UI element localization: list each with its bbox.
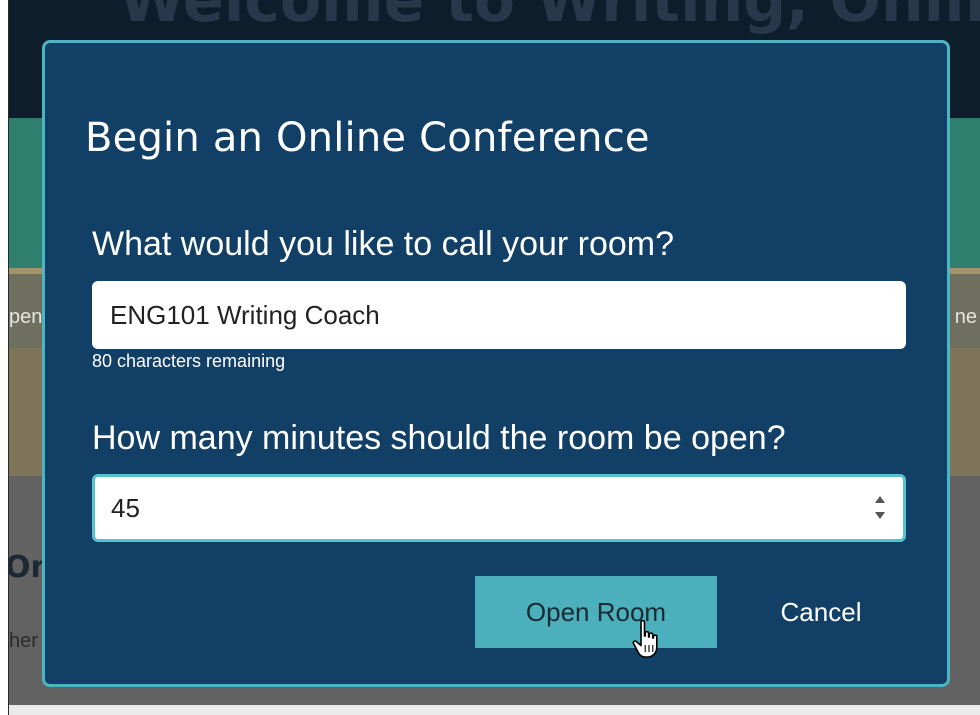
cancel-button[interactable]: Cancel	[761, 576, 881, 648]
spinner-up-icon[interactable]	[871, 492, 889, 506]
online-conference-dialog: Begin an Online Conference What would yo…	[42, 40, 950, 687]
room-name-label: What would you like to call your room?	[92, 225, 675, 263]
room-name-input[interactable]	[92, 281, 906, 349]
minutes-label: How many minutes should the room be open…	[92, 419, 786, 457]
background-bottom-strip	[9, 705, 980, 715]
spinner-down-icon[interactable]	[871, 508, 889, 522]
background-section-text: her	[9, 630, 38, 652]
minutes-spinner[interactable]	[871, 492, 889, 522]
background-header-title: Welcome to Writing, Online	[119, 0, 980, 36]
background-tab-right: ne	[954, 306, 977, 328]
open-room-button[interactable]: Open Room	[475, 576, 717, 648]
background-tab-left: pen	[9, 306, 43, 328]
characters-remaining: 80 characters remaining	[92, 351, 286, 371]
minutes-input[interactable]	[95, 477, 855, 539]
dialog-title: Begin an Online Conference	[85, 115, 650, 161]
minutes-field[interactable]	[92, 474, 906, 542]
